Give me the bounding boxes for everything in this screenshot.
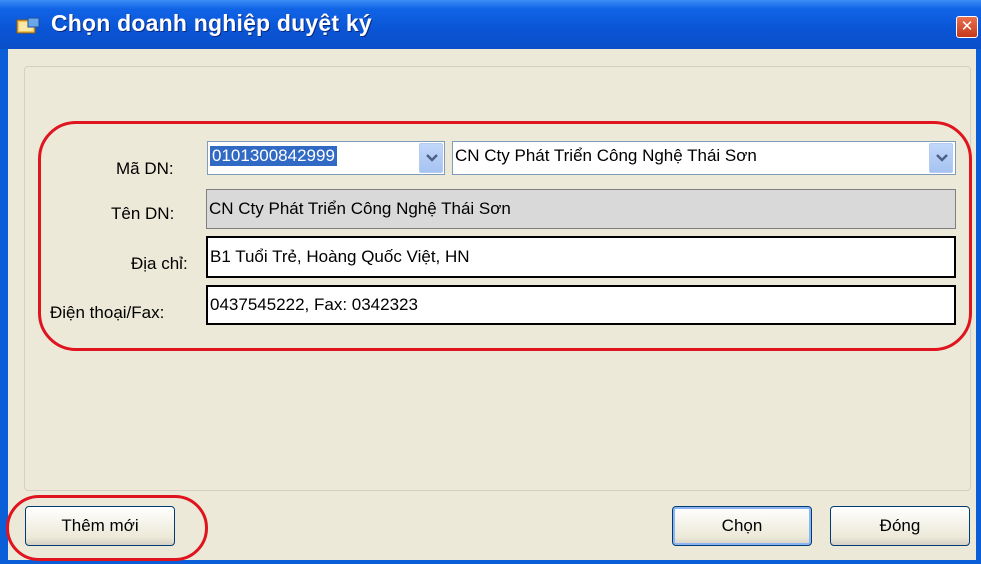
dialog-window: Chọn doanh nghiệp duyệt ký ✕ Mã DN: 0101…	[0, 0, 981, 564]
dong-button[interactable]: Đóng	[830, 506, 970, 546]
ma-dn-dropdown-button[interactable]	[419, 143, 443, 173]
ma-dn-value: 0101300842999	[210, 146, 337, 166]
them-moi-button[interactable]: Thêm mới	[25, 506, 175, 546]
ten-dn-label: Tên DN:	[111, 204, 175, 223]
dialog-client-area: Mã DN: 0101300842999 CN Cty Phát Triển C…	[8, 49, 976, 560]
ten-combo-value: CN Cty Phát Triển Công Nghệ Thái Sơn	[455, 146, 757, 165]
chon-button[interactable]: Chọn	[672, 506, 812, 546]
chevron-down-icon	[936, 154, 948, 162]
ma-dn-combo[interactable]: 0101300842999	[207, 141, 445, 175]
chevron-down-icon	[426, 154, 438, 162]
dia-chi-label: Địa chỉ:	[131, 254, 188, 273]
ten-dn-field: CN Cty Phát Triển Công Nghệ Thái Sơn	[206, 189, 956, 229]
ten-dn-dropdown-button[interactable]	[929, 143, 953, 173]
window-app-icon	[16, 17, 40, 35]
window-title: Chọn doanh nghiệp duyệt ký	[51, 10, 372, 36]
ma-dn-label: Mã DN:	[116, 159, 174, 178]
dien-thoai-label: Điện thoại/Fax:	[50, 303, 165, 322]
ten-dn-combo[interactable]: CN Cty Phát Triển Công Nghệ Thái Sơn	[452, 141, 956, 175]
dia-chi-field[interactable]: B1 Tuổi Trẻ, Hoàng Quốc Việt, HN	[206, 236, 956, 278]
group-box	[24, 66, 971, 491]
title-bar[interactable]: Chọn doanh nghiệp duyệt ký ✕	[0, 0, 981, 49]
close-icon[interactable]: ✕	[956, 16, 978, 38]
dien-thoai-field[interactable]: 0437545222, Fax: 0342323	[206, 285, 956, 325]
